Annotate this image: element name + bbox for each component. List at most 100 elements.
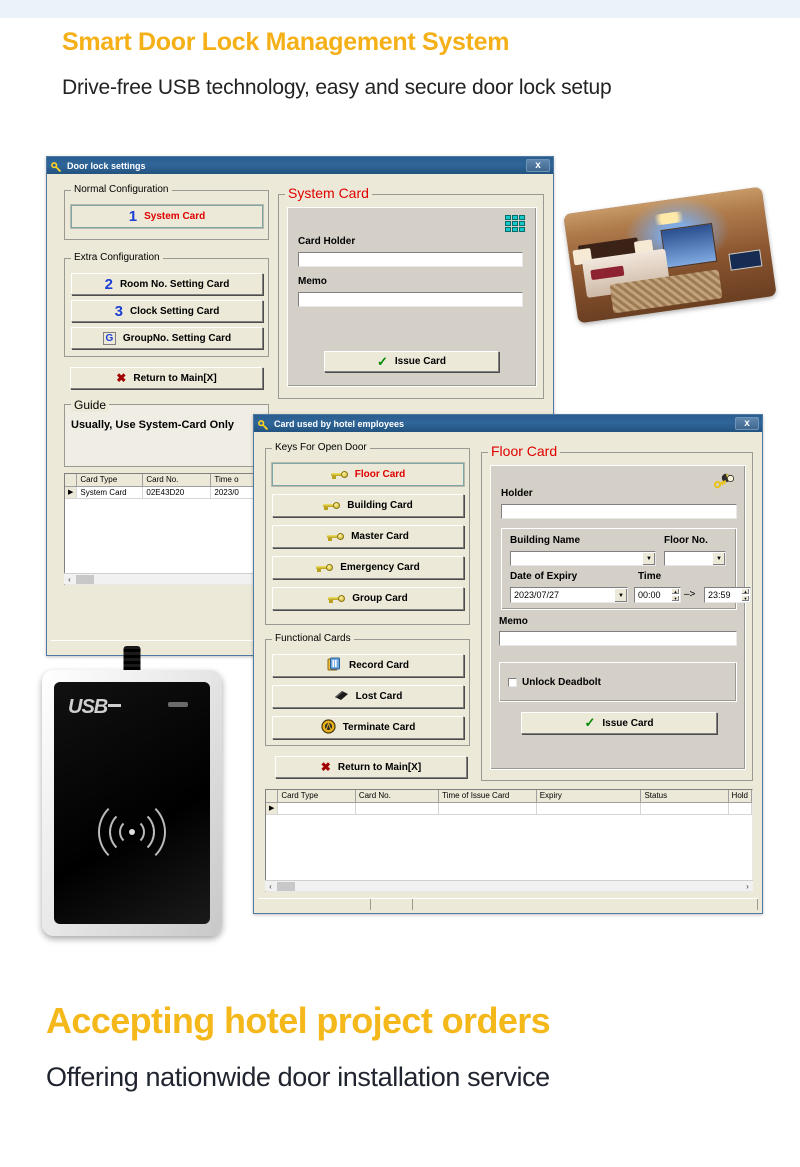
- time-label: Time: [638, 571, 662, 582]
- dialog1-table: Card Type Card No. Time o ▶ System Card …: [65, 474, 268, 499]
- scroll-left-icon[interactable]: ‹: [265, 882, 276, 891]
- dialog2-titlebar[interactable]: Card used by hotel employees x: [254, 415, 762, 432]
- table-row[interactable]: ▶ System Card 02E43D20 2023/0: [65, 486, 268, 499]
- footer-title: Accepting hotel project orders: [46, 1000, 551, 1041]
- cell-card-no: 02E43D20: [142, 486, 212, 499]
- card-holder-input[interactable]: [298, 252, 523, 267]
- dialog1-close-button[interactable]: x: [526, 159, 550, 172]
- groupno-setting-card-button[interactable]: G GroupNo. Setting Card: [71, 327, 263, 349]
- terminate-card-label: Terminate Card: [342, 722, 416, 733]
- dialog1-horizontal-scrollbar[interactable]: ‹: [64, 573, 269, 584]
- room-no-number: 2: [104, 275, 113, 293]
- dialog2-return-to-main-button[interactable]: ✖ Return to Main[X]: [275, 756, 467, 778]
- dialog1-return-label: Return to Main[X]: [133, 372, 217, 384]
- scroll-thumb[interactable]: [76, 574, 94, 584]
- dialog2-issue-card-button[interactable]: ✓ Issue Card: [521, 712, 717, 734]
- television: [728, 249, 763, 271]
- floor-card-fields-panel: Holder Building Name ▼ Floor No. ▼ Date …: [490, 465, 751, 770]
- dialog1-issue-card-button[interactable]: ✓ Issue Card: [324, 351, 499, 372]
- building-card-button[interactable]: Building Card: [272, 494, 464, 517]
- date-of-expiry-value: 2023/07/27: [514, 590, 560, 600]
- cell-card-type: System Card: [76, 486, 144, 499]
- unlock-deadbolt-panel: Unlock Deadbolt: [499, 662, 737, 702]
- scroll-left-icon[interactable]: ‹: [64, 575, 75, 584]
- spinner-arrows-icon[interactable]: ▲ ▼: [671, 588, 680, 602]
- cell-issue-time: [438, 802, 537, 815]
- lost-card-button[interactable]: Lost Card: [272, 685, 464, 708]
- lost-card-icon: [334, 688, 349, 706]
- row-marker: ▶: [266, 802, 279, 815]
- dialog2-card-table[interactable]: Card Type Card No. Time of Issue Card Ex…: [265, 789, 753, 892]
- card-holder-label: Card Holder: [298, 236, 356, 247]
- col-card-type: Card Type: [76, 474, 144, 487]
- floor-card-label: Floor Card: [354, 469, 406, 480]
- chandelier: [648, 210, 690, 227]
- scroll-thumb[interactable]: [277, 881, 295, 891]
- dialog2-horizontal-scrollbar[interactable]: ‹ ›: [265, 880, 753, 891]
- group-card-button[interactable]: Group Card: [272, 587, 464, 610]
- master-card-button[interactable]: Master Card: [272, 525, 464, 548]
- dialog2-status-bar: [258, 898, 758, 910]
- unlock-deadbolt-checkbox[interactable]: [508, 678, 517, 687]
- emergency-card-button[interactable]: Emergency Card: [272, 556, 464, 579]
- spinner-arrows-icon[interactable]: ▲ ▼: [741, 588, 750, 602]
- unlock-deadbolt-row[interactable]: Unlock Deadbolt: [508, 677, 601, 688]
- col-card-type: Card Type: [277, 790, 356, 803]
- chevron-down-icon[interactable]: ▼: [642, 552, 655, 565]
- floor-card-button[interactable]: Floor Card: [272, 463, 464, 486]
- dialog2-memo-input[interactable]: [499, 631, 737, 646]
- functional-cards-group: Functional Cards Record Card Lost Card T…: [265, 633, 470, 746]
- date-of-expiry-combo[interactable]: 2023/07/27 ▼: [510, 587, 628, 603]
- extra-configuration-label: Extra Configuration: [71, 252, 163, 263]
- chevron-down-icon[interactable]: ▼: [614, 588, 627, 602]
- record-card-icon: [327, 657, 342, 675]
- time-from-spinner[interactable]: 00:00 ▲ ▼: [634, 587, 681, 603]
- reader-shell: USB: [42, 670, 222, 936]
- dialog1-return-to-main-button[interactable]: ✖ Return to Main[X]: [70, 367, 263, 389]
- status-pane-1: [258, 899, 371, 910]
- dialog2-issue-card-label: Issue Card: [602, 717, 654, 729]
- record-card-button[interactable]: Record Card: [272, 654, 464, 677]
- row-marker: ▶: [65, 486, 78, 499]
- floor-card-panel-group: Floor Card Holder Building Name ▼ Floor …: [481, 443, 753, 781]
- memo-input[interactable]: [298, 292, 523, 307]
- building-card-label: Building Card: [347, 500, 413, 511]
- clock-setting-card-button[interactable]: 3 Clock Setting Card: [71, 300, 263, 322]
- room-no-setting-card-button[interactable]: 2 Room No. Setting Card: [71, 273, 263, 295]
- key-icon: [323, 501, 341, 510]
- lost-card-label: Lost Card: [355, 691, 403, 702]
- dialog1-titlebar[interactable]: Door lock settings x: [47, 157, 553, 174]
- dialog1-card-table[interactable]: Card Type Card No. Time o ▶ System Card …: [64, 473, 269, 585]
- dialog2-close-button[interactable]: x: [735, 417, 759, 430]
- key-icon: [327, 532, 345, 541]
- col-issue-time: Time of Issue Card: [438, 790, 537, 803]
- keypad-icon: [504, 214, 526, 233]
- system-card-button[interactable]: 1 System Card: [71, 205, 263, 228]
- dialog2-client-area: Keys For Open Door Floor Card Building C…: [257, 434, 759, 910]
- cell-holder: [728, 802, 752, 815]
- status-pane-2: [371, 899, 413, 910]
- record-card-label: Record Card: [348, 660, 409, 671]
- floor-card-panel-caption: Floor Card: [488, 443, 561, 459]
- dialog2-return-label: Return to Main[X]: [337, 761, 422, 773]
- key-icon: [316, 563, 334, 572]
- building-name-combo[interactable]: ▼: [510, 551, 656, 566]
- guide-text: Usually, Use System-Card Only: [71, 419, 235, 431]
- memo-label: Memo: [298, 276, 327, 287]
- dialog2-memo-label: Memo: [499, 616, 528, 627]
- col-card-no: Card No.: [355, 790, 440, 803]
- terminate-card-button[interactable]: Terminate Card: [272, 716, 464, 739]
- scroll-right-icon[interactable]: ›: [742, 882, 753, 891]
- time-to-spinner[interactable]: 23:59 ▲ ▼: [704, 587, 751, 603]
- guide-label: Guide: [71, 398, 110, 412]
- holder-input[interactable]: [501, 504, 737, 519]
- person-key-icon: [713, 472, 735, 490]
- dialog2-table: Card Type Card No. Time of Issue Card Ex…: [266, 790, 752, 815]
- dialog2-title: Card used by hotel employees: [274, 418, 405, 429]
- chevron-down-icon[interactable]: ▼: [712, 552, 725, 565]
- floor-no-combo[interactable]: ▼: [664, 551, 726, 566]
- dialog1-issue-card-label: Issue Card: [394, 356, 447, 367]
- table-row[interactable]: ▶: [266, 802, 752, 815]
- page-subtitle: Drive-free USB technology, easy and secu…: [62, 76, 612, 99]
- functional-cards-label: Functional Cards: [272, 633, 354, 644]
